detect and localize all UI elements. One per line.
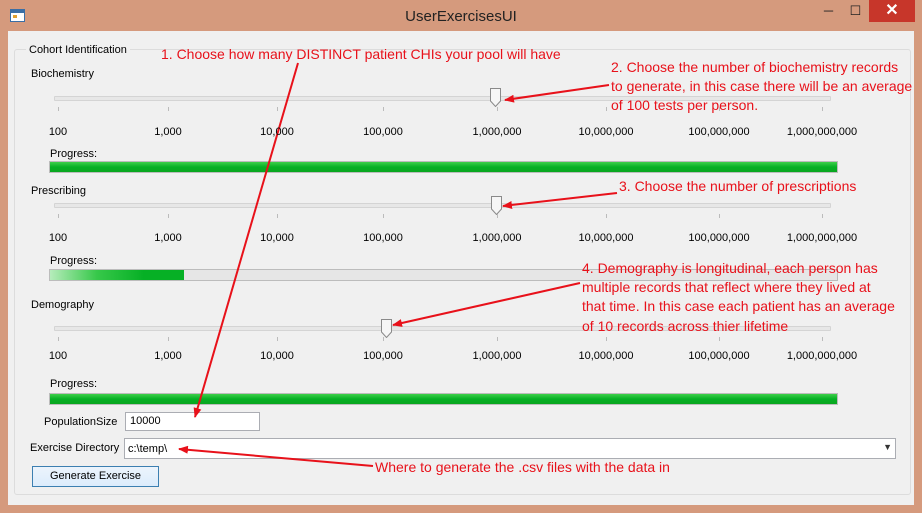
prescribing-tick-mark	[497, 214, 498, 218]
prescribing-tick-mark	[58, 214, 59, 218]
window-title: UserExercisesUI	[405, 8, 517, 25]
prescribing-progress-label: Progress:	[50, 255, 98, 267]
prescribing-tick-label: 100,000	[363, 232, 403, 244]
demography-tick-label: 100,000	[363, 350, 403, 362]
prescribing-tick-mark	[277, 214, 278, 218]
biochemistry-label: Biochemistry	[31, 68, 94, 80]
demography-tick-mark	[822, 337, 823, 341]
annotation-4-line1: 4. Demography is longitudinal, each pers…	[582, 260, 878, 276]
title-bar[interactable]: UserExercisesUI ─ ☐ ✕	[0, 0, 922, 31]
demography-tick-label: 1,000	[154, 350, 182, 362]
chevron-down-icon[interactable]: ▼	[883, 442, 892, 452]
prescribing-tick-label: 10,000	[260, 232, 294, 244]
biochemistry-progress-fill	[50, 162, 837, 172]
generate-exercise-button[interactable]: Generate Exercise	[32, 466, 159, 487]
demography-tick-mark	[168, 337, 169, 341]
demography-tick-mark	[497, 337, 498, 341]
prescribing-tick-label: 10,000,000	[578, 232, 634, 244]
biochemistry-tick-label: 100,000,000	[688, 126, 750, 138]
prescribing-progress-fill	[50, 270, 184, 280]
prescribing-tick-mark	[822, 214, 823, 218]
biochemistry-tick-label: 1,000,000,000	[786, 126, 858, 138]
biochemistry-tick-label: 100,000	[363, 126, 403, 138]
exercise-directory-combobox[interactable]: c:\temp\ ▼	[124, 438, 896, 459]
exercise-directory-value: c:\temp\	[128, 443, 168, 455]
annotation-2-line2: to generate, in this case there will be …	[611, 78, 913, 94]
biochemistry-tick-mark	[606, 107, 607, 111]
demography-slider-thumb[interactable]	[381, 319, 392, 338]
demography-progress-bar	[49, 393, 838, 405]
prescribing-tick-label: 100	[48, 232, 68, 244]
demography-tick-label: 100	[48, 350, 68, 362]
biochemistry-tick-label: 10,000,000	[578, 126, 634, 138]
maximize-button[interactable]: ☐	[842, 0, 869, 22]
app-window: UserExercisesUI ─ ☐ ✕ Cohort Identificat…	[0, 0, 922, 513]
biochemistry-slider-thumb[interactable]	[490, 88, 501, 107]
prescribing-slider-track[interactable]	[54, 203, 831, 208]
biochemistry-tick-mark	[277, 107, 278, 111]
demography-tick-mark	[58, 337, 59, 341]
prescribing-tick-label: 100,000,000	[688, 232, 750, 244]
biochemistry-tick-mark	[58, 107, 59, 111]
biochemistry-tick-label: 100	[48, 126, 68, 138]
demography-tick-mark	[383, 337, 384, 341]
annotation-4-line2: multiple records that reflect where they…	[582, 279, 871, 295]
biochemistry-tick-mark	[168, 107, 169, 111]
demography-tick-label: 1,000,000	[472, 350, 522, 362]
prescribing-tick-label: 1,000,000	[472, 232, 522, 244]
prescribing-slider-thumb[interactable]	[491, 196, 502, 215]
prescribing-tick-mark	[168, 214, 169, 218]
demography-progress-fill	[50, 394, 837, 404]
demography-tick-label: 1,000,000,000	[786, 350, 858, 362]
annotation-2-line1: 2. Choose the number of biochemistry rec…	[611, 59, 899, 75]
biochemistry-tick-mark	[822, 107, 823, 111]
biochemistry-tick-label: 10,000	[260, 126, 294, 138]
prescribing-tick-mark	[606, 214, 607, 218]
prescribing-tick-label: 1,000	[154, 232, 182, 244]
biochemistry-tick-mark	[719, 107, 720, 111]
demography-tick-mark	[277, 337, 278, 341]
annotation-1: 1. Choose how many DISTINCT patient CHIs…	[161, 46, 561, 62]
demography-tick-label: 100,000,000	[688, 350, 750, 362]
prescribing-tick-mark	[719, 214, 720, 218]
biochemistry-progress-label: Progress:	[50, 148, 98, 160]
population-size-label: PopulationSize	[44, 416, 118, 428]
groupbox-title: Cohort Identification	[26, 44, 130, 56]
prescribing-tick-mark	[383, 214, 384, 218]
close-button[interactable]: ✕	[869, 0, 915, 22]
prescribing-label: Prescribing	[31, 185, 87, 197]
annotation-3: 3. Choose the number of prescriptions	[619, 178, 857, 194]
biochemistry-tick-mark	[383, 107, 384, 111]
demography-tick-label: 10,000	[260, 350, 294, 362]
demography-tick-mark	[719, 337, 720, 341]
demography-tick-mark	[606, 337, 607, 341]
exercise-directory-label: Exercise Directory	[30, 442, 120, 454]
annotation-2-line3: of 100 tests per person.	[611, 97, 759, 113]
prescribing-tick-label: 1,000,000,000	[786, 232, 858, 244]
biochemistry-tick-label: 1,000,000	[472, 126, 522, 138]
annotation-5: Where to generate the .csv files with th…	[375, 459, 670, 475]
minimize-button[interactable]: ─	[815, 0, 842, 22]
biochemistry-progress-bar	[49, 161, 838, 173]
annotation-4-line3: that time. In this case each patient has…	[582, 298, 895, 314]
demography-tick-label: 10,000,000	[578, 350, 634, 362]
biochemistry-tick-mark	[497, 107, 498, 111]
biochemistry-tick-label: 1,000	[154, 126, 182, 138]
population-size-input[interactable]: 10000	[125, 412, 260, 431]
demography-progress-label: Progress:	[50, 378, 98, 390]
demography-label: Demography	[31, 299, 94, 311]
annotation-4-line4: of 10 records across thier lifetime	[582, 318, 789, 334]
